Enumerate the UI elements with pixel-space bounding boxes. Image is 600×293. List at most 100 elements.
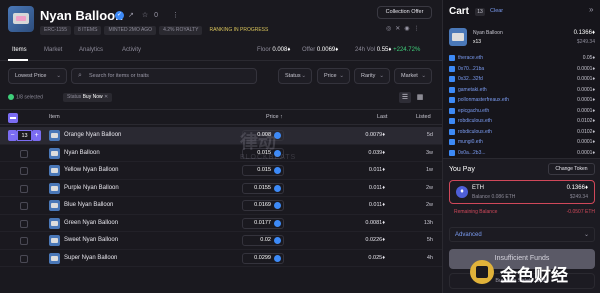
chevron-down-icon: ⌄ [583, 232, 589, 238]
item-price[interactable]: 0.0299 [242, 252, 284, 264]
search-icon: ⌕ [78, 72, 82, 79]
cart-list-item[interactable]: pollonmaster​freaux.eth 0.0001♦ [449, 96, 595, 107]
cart-item-thumbnail [449, 28, 467, 46]
ens-icon [449, 149, 455, 156]
table-row[interactable]: Green Nyan Balloon 0.0177 0.0081♦ 13h [0, 215, 442, 232]
table-row[interactable]: − 13 + Orange Nyan Balloon 0.008 0.0079♦… [0, 127, 442, 145]
row-checkbox[interactable] [20, 149, 28, 158]
status-filter-chip[interactable]: Status Buy Now ✕ [63, 93, 113, 102]
list-view-icon[interactable]: ☰ [399, 92, 411, 103]
item-price[interactable]: 0.0177 [242, 217, 284, 229]
item-price[interactable]: 0.02 [242, 235, 284, 246]
chevron-down-icon: ⌄ [301, 73, 306, 79]
item-listed: 3w [425, 149, 433, 156]
select-all-checkbox[interactable] [8, 113, 18, 123]
grid-view-icon[interactable]: ▦ [414, 92, 426, 103]
header-item: Item [49, 114, 60, 120]
sort-dropdown[interactable]: Lowest Price ⌄ [8, 68, 67, 84]
tab-items[interactable]: Items [12, 47, 27, 53]
item-price[interactable]: 0.008 [242, 130, 284, 141]
tab-activity[interactable]: Activity [122, 47, 141, 53]
cart-list-item[interactable]: 0x32...32fd 0.0001♦ [449, 75, 595, 86]
status-dropdown[interactable]: Status ⌄ [278, 68, 312, 84]
search-input[interactable]: ⌕ Search for items or traits [71, 68, 257, 84]
header-price[interactable]: Price ↑ [266, 114, 283, 120]
table-row[interactable]: Purple Nyan Balloon 0.0155 0.011♦ 2w [0, 180, 442, 197]
cart-list-item[interactable]: robdiculous.eth 0.0102♦ [449, 117, 595, 128]
item-name: Nyan Balloon [64, 149, 100, 156]
ens-icon [449, 97, 455, 103]
row-checkbox[interactable] [20, 184, 28, 193]
table-row[interactable]: Sweet Nyan Balloon 0.02 0.0226♦ 5h [0, 232, 442, 250]
row-checkbox[interactable] [20, 237, 28, 245]
cart-list-item[interactable]: robdiculous.eth 0.0102♦ [449, 128, 595, 139]
ens-icon [449, 65, 455, 72]
item-last-price: 0.0079♦ [365, 132, 385, 138]
external-link-icon[interactable]: ↗ [128, 12, 134, 19]
star-icon[interactable]: ☆ [142, 12, 148, 19]
chevron-down-icon: ⌄ [421, 73, 426, 79]
twitter-icon[interactable]: ✕ [395, 26, 404, 32]
cart-clear-button[interactable]: Clear [490, 8, 503, 14]
tab-market[interactable]: Market [44, 47, 62, 53]
price-dropdown[interactable]: Price ⌄ [317, 68, 350, 84]
item-price[interactable]: 0.015 [242, 165, 284, 176]
eth-icon [274, 149, 281, 157]
row-checkbox[interactable] [20, 202, 28, 210]
item-name: Orange Nyan Balloon [64, 132, 122, 138]
item-price[interactable]: 0.0155 [242, 182, 284, 194]
item-name: Blue Nyan Balloon [64, 202, 114, 208]
row-checkbox[interactable] [20, 254, 28, 263]
decrement-button[interactable]: − [8, 130, 17, 141]
cart-list-item[interactable]: mungi0.eth 0.0001♦ [449, 138, 595, 149]
eth-icon: ♦ [456, 186, 468, 198]
more-icon[interactable]: ⋮ [414, 26, 424, 32]
market-dropdown[interactable]: Market ⌄ [394, 68, 432, 84]
remaining-balance-label: Remaining Balance [454, 209, 498, 215]
item-listed: 4h [426, 254, 433, 261]
table-row[interactable]: Nyan Balloon 0.015 0.039♦ 3w [0, 145, 442, 162]
item-name: Yellow Nyan Balloon [64, 167, 119, 173]
cart-item[interactable]: Nyan Balloon x13 0.1366♦ $249.34 [449, 28, 595, 50]
advanced-toggle[interactable]: Advanced ⌄ [449, 227, 595, 242]
row-checkbox[interactable] [20, 219, 28, 228]
table-row[interactable]: Yellow Nyan Balloon 0.015 0.011♦ 1w [0, 162, 442, 180]
selected-count: 1/8 selected [8, 94, 43, 100]
cart-list-item[interactable]: epicgachu.eth 0.0001♦ [449, 107, 595, 118]
rarity-dropdown[interactable]: Rarity ⌄ [354, 68, 390, 84]
cart-ens-list: therace.eth 0.05♦ 0x70...21ba 0.0001♦ 0x… [449, 54, 595, 159]
increment-button[interactable]: + [32, 130, 41, 141]
floor-stat: Floor 0.008♦ [257, 47, 291, 53]
eth-icon [274, 237, 281, 244]
change-token-button[interactable]: Change Token [548, 163, 595, 175]
collection-avatar [8, 6, 34, 32]
item-price[interactable]: 0.0169 [242, 200, 284, 211]
more-options-icon[interactable]: ⋮ [172, 12, 179, 19]
close-icon[interactable]: » [589, 5, 593, 14]
ranking-status: RANKING IN PROGRESS [209, 27, 269, 33]
item-listed: 1w [425, 167, 433, 173]
logo-mark-icon [470, 260, 494, 284]
table-row[interactable]: Super Nyan Balloon 0.0299 0.025♦ 4h [0, 250, 442, 267]
row-checkbox[interactable] [20, 167, 28, 175]
item-price[interactable]: 0.015 [242, 147, 284, 159]
active-tab-indicator [8, 59, 28, 61]
globe-icon[interactable]: ◎ [386, 26, 395, 32]
item-listed: 2w [425, 184, 433, 191]
payment-token-card[interactable]: ♦ ETH Balance 0.086 ETH 0.1366♦ $249.34 [449, 180, 595, 204]
header-actions: ↗ ☆ 0 ⋮ [128, 11, 185, 19]
discord-icon[interactable]: ◉ [404, 26, 413, 32]
cart-list-item[interactable]: gametaki.eth 0.0001♦ [449, 86, 595, 97]
ens-icon [449, 107, 455, 114]
star-count: 0 [154, 12, 159, 19]
ens-icon [449, 118, 455, 124]
collection-offer-button[interactable]: Collection Offer [377, 6, 432, 19]
item-thumbnail [49, 200, 60, 211]
tab-analytics[interactable]: Analytics [79, 47, 103, 53]
quantity-stepper[interactable]: − 13 + [8, 130, 41, 141]
cart-list-item[interactable]: therace.eth 0.05♦ [449, 54, 595, 65]
table-row[interactable]: Blue Nyan Balloon 0.0169 0.011♦ 2w [0, 197, 442, 215]
chip-items: 8 ITEMS [73, 26, 102, 35]
ens-icon [449, 139, 455, 145]
cart-list-item[interactable]: 0x70...21ba 0.0001♦ [449, 65, 595, 76]
